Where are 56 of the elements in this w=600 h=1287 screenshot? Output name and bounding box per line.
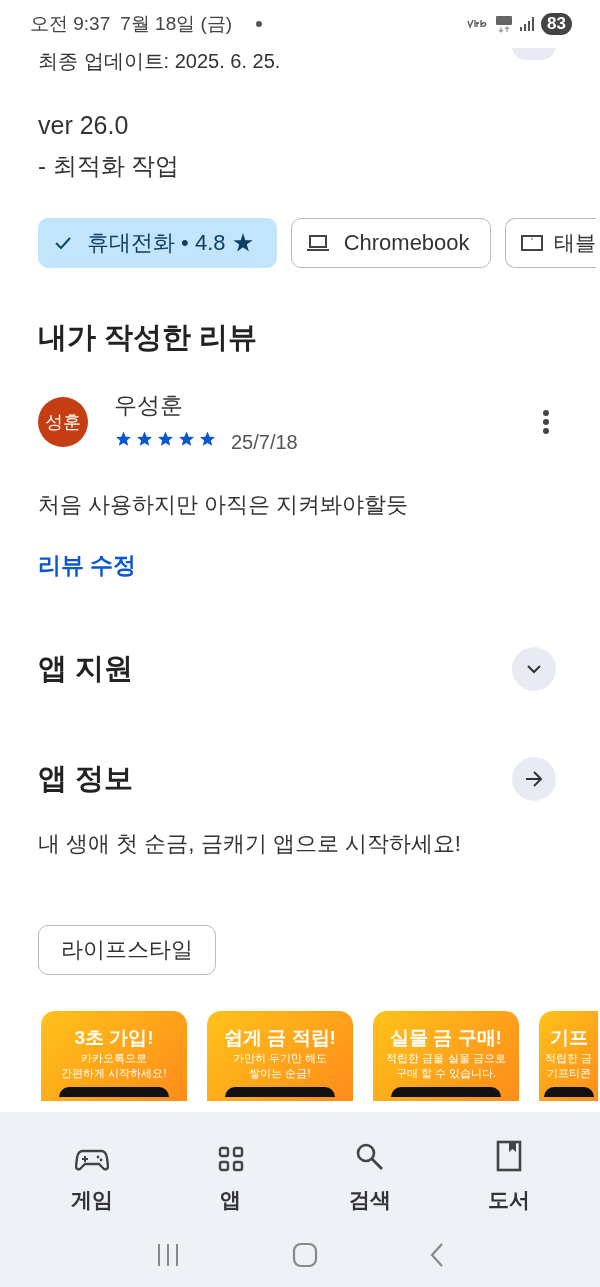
section-heading: 앱 지원: [38, 651, 134, 686]
status-date: 7월 18일 (금): [120, 12, 233, 36]
last-updated-text: 최종 업데이트: 2025. 6. 25.: [38, 49, 282, 74]
device-chip[interactable]: Chromebook: [290, 218, 491, 268]
screenshot-caption: 쌓이는 순금!: [249, 1066, 311, 1081]
screenshot-caption: 가만히 두기만 해도: [232, 1051, 328, 1066]
apps-grid-icon: [217, 1146, 244, 1172]
nav-tab[interactable]: 게임: [36, 1128, 147, 1218]
battery-indicator: 83: [541, 13, 572, 35]
book-icon: [495, 1140, 522, 1172]
signal-icon: [519, 16, 536, 32]
screenshot-caption: 카카오톡으로: [81, 1051, 147, 1066]
back-icon[interactable]: [430, 1242, 444, 1268]
screenshot-caption: 적립한 금을 실물 금으로: [386, 1051, 506, 1066]
recent-apps-icon[interactable]: [156, 1243, 180, 1267]
nav-tab[interactable]: 도서: [453, 1128, 564, 1218]
star-icon: [198, 429, 217, 448]
laptop-icon: [305, 233, 330, 253]
reviewer-name: 우성훈: [114, 391, 184, 420]
more-options-icon[interactable]: [542, 409, 550, 435]
screenshot-title: 기프: [549, 1026, 588, 1050]
nav-tab[interactable]: 검색: [314, 1128, 425, 1218]
screenshot-title: 3초 가입!: [74, 1026, 154, 1050]
category-tag[interactable]: 라이프스타일: [38, 925, 216, 975]
device-chip[interactable]: 태블: [504, 218, 596, 268]
star-icon: [177, 429, 196, 448]
screenshot-caption: 적립한 금: [544, 1051, 593, 1066]
star-icon: [135, 429, 154, 448]
screenshot-title: 실물 금 구매!: [390, 1026, 502, 1050]
phone-drawing: [543, 1087, 594, 1097]
star-icon: [156, 429, 175, 448]
screenshot-caption: 구매 할 수 있습니다.: [395, 1066, 497, 1081]
search-icon: [354, 1142, 385, 1172]
app-description: 내 생애 첫 순금, 금캐기 앱으로 시작하세요!: [37, 830, 462, 858]
version-text: ver 26.0: [37, 111, 130, 140]
release-notes-text: - 최적화 작업: [37, 151, 181, 181]
5g-signal-icon: [495, 15, 514, 33]
tablet-icon: [519, 233, 544, 253]
arrow-right-icon: [525, 771, 543, 787]
avatar: 성훈: [38, 397, 88, 447]
section-heading: 내가 작성한 리뷰: [37, 320, 259, 355]
device-chip[interactable]: 휴대전화 • 4.8 ★: [38, 218, 277, 268]
home-icon[interactable]: [292, 1242, 318, 1268]
chevron-down-icon: [526, 664, 542, 674]
screenshot-caption: 간편하게 시작하세요!: [61, 1066, 167, 1081]
section-heading: 앱 정보: [38, 761, 134, 796]
gamepad-icon: [74, 1148, 109, 1172]
review-text: 처음 사용하지만 아직은 지켜봐야할듯: [37, 491, 410, 519]
screenshot-title: 쉽게 금 적립!: [224, 1026, 336, 1050]
notification-dot-icon: [256, 21, 263, 27]
status-time: 오전 9:37: [30, 12, 111, 36]
star-icon: [114, 429, 133, 448]
review-date: 25/7/18: [231, 431, 298, 454]
edit-review-link[interactable]: 리뷰 수정: [38, 550, 137, 581]
nav-tab[interactable]: 앱: [175, 1128, 286, 1218]
screenshot-caption: 기프티콘: [546, 1066, 591, 1081]
